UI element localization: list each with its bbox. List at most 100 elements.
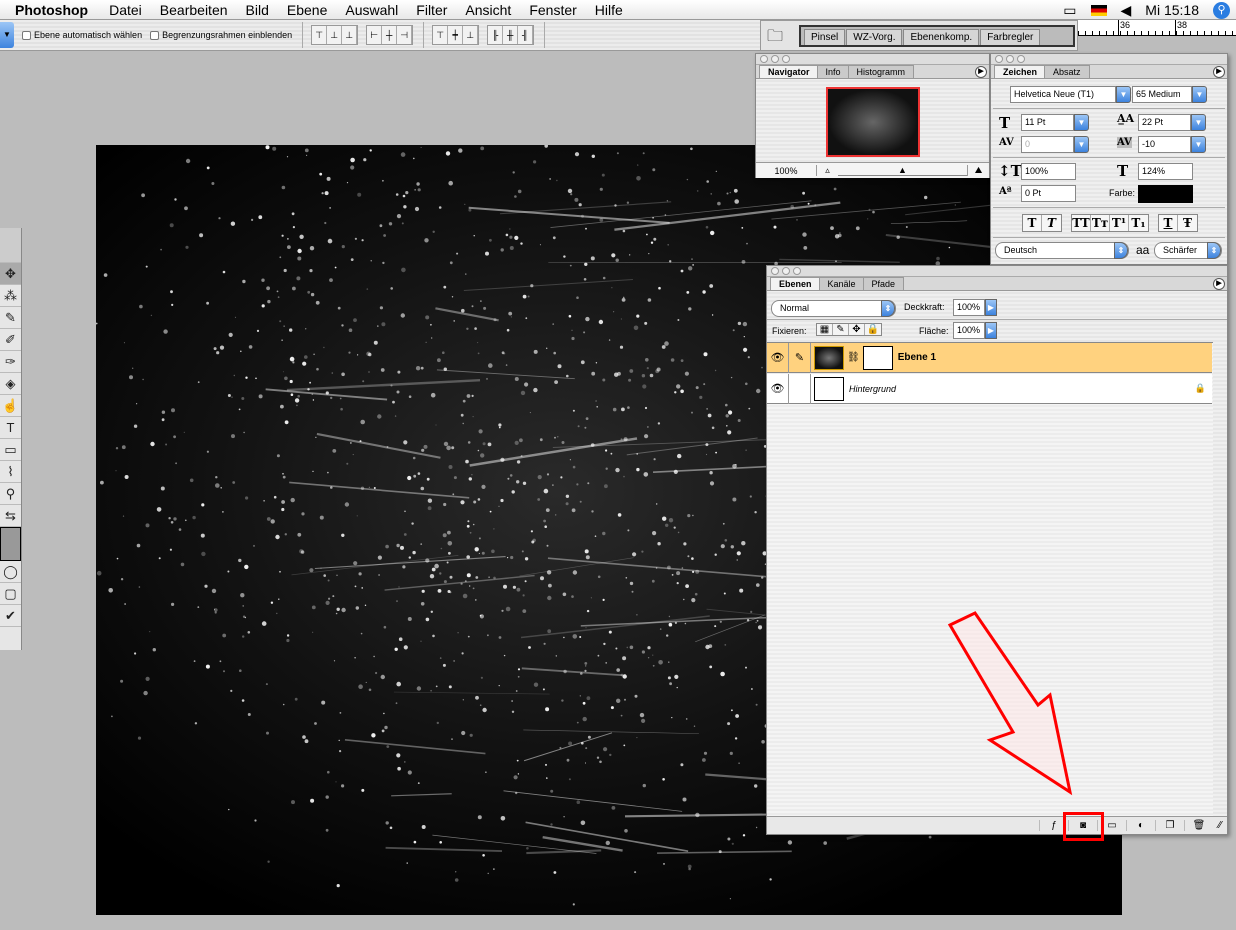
align-vcenter-icon[interactable]: ⊥ [327, 26, 343, 44]
close-icon[interactable] [995, 55, 1003, 63]
tab-navigator[interactable]: Navigator [759, 65, 819, 78]
screen-mode-icon[interactable]: ▢ [0, 583, 21, 605]
menu-bearbeiten[interactable]: Bearbeiten [160, 2, 228, 18]
auto-select-checkbox[interactable]: Ebene automatisch wählen [22, 30, 142, 40]
panel-menu-icon[interactable]: ▶ [1213, 278, 1225, 290]
font-family-field[interactable]: Helvetica Neue (T1) [1010, 86, 1116, 103]
menu-datei[interactable]: Datei [109, 2, 142, 18]
new-layer-icon[interactable]: ❐ [1155, 820, 1184, 831]
magic-wand-icon[interactable]: ⁂ [0, 285, 21, 307]
menu-fenster[interactable]: Fenster [529, 2, 576, 18]
zoom-tool-icon[interactable]: ⚲ [0, 483, 21, 505]
lock-transparency-icon[interactable]: ▦ [817, 324, 833, 335]
distribute-bottom-icon[interactable]: ⊥ [463, 26, 479, 44]
eye-icon[interactable]: 👁 [767, 373, 789, 404]
small-caps-button[interactable]: Tт [1091, 215, 1110, 231]
bounding-box-checkbox[interactable]: Begrenzungsrahmen einblenden [150, 30, 292, 40]
panel-menu-icon[interactable]: ▶ [975, 66, 987, 78]
minimize-icon[interactable] [1006, 55, 1014, 63]
underline-button[interactable]: T [1159, 215, 1178, 231]
distribute-left-icon[interactable]: ╟ [488, 26, 504, 44]
subscript-button[interactable]: T₁ [1129, 215, 1148, 231]
ruler[interactable]: 36 38 [1078, 20, 1236, 36]
zoom-in-icon[interactable]: ⛰ [967, 165, 989, 176]
tab-zeichen[interactable]: Zeichen [994, 65, 1047, 78]
navigator-preview[interactable] [826, 87, 920, 157]
align-left-icon[interactable]: ⊢ [367, 26, 383, 44]
align-bottom-icon[interactable]: ⊥ [342, 26, 358, 44]
paint-bucket-icon[interactable]: ◈ [0, 373, 21, 395]
lock-position-icon[interactable]: ✥ [849, 324, 865, 335]
adjustment-layer-icon[interactable]: ◐ [1126, 820, 1155, 831]
history-brush-icon[interactable]: ✑ [0, 351, 21, 373]
chevron-down-icon[interactable]: ▼ [1074, 136, 1089, 153]
fill-slider-arrow-icon[interactable]: ▶ [985, 322, 997, 339]
zoom-icon[interactable] [1017, 55, 1025, 63]
chevron-down-icon[interactable]: ▼ [1192, 86, 1207, 103]
distribute-top-icon[interactable]: ⊤ [433, 26, 449, 44]
blend-mode-select[interactable]: Normal ⇕ [771, 300, 896, 317]
faux-bold-button[interactable]: T [1023, 215, 1042, 231]
panel-titlebar[interactable] [991, 54, 1227, 65]
layer-row[interactable]: 👁 ✎ ⛓ Ebene 1 [767, 342, 1212, 373]
brush-link-icon[interactable]: ✎ [789, 342, 811, 373]
lock-all-icon[interactable]: 🔒 [865, 324, 881, 335]
minimize-icon[interactable] [782, 267, 790, 275]
minimize-icon[interactable] [771, 55, 779, 63]
move-tool-icon[interactable]: ✥ [0, 263, 21, 285]
text-color-swatch[interactable] [1138, 185, 1193, 203]
strikethrough-button[interactable]: Ŧ [1178, 215, 1197, 231]
fill-field[interactable]: 100% [953, 322, 985, 339]
chain-link-icon[interactable]: ⛓ [847, 352, 860, 363]
tool-preset-dropdown[interactable]: ▼ [0, 22, 14, 48]
layer-thumbnail[interactable] [814, 376, 844, 401]
menu-ansicht[interactable]: Ansicht [465, 2, 511, 18]
resize-grip-icon[interactable]: ⁄⁄ [1213, 820, 1227, 831]
imageready-icon[interactable]: ✔ [0, 605, 21, 627]
tab-ebenen[interactable]: Ebenen [770, 277, 821, 290]
chevron-down-icon[interactable]: ▼ [1191, 136, 1206, 153]
menu-bild[interactable]: Bild [246, 2, 269, 18]
zoom-slider[interactable]: ▲ [838, 165, 967, 176]
layer-name[interactable]: Hintergrund [849, 384, 1195, 394]
panel-titlebar[interactable] [767, 266, 1227, 277]
tracking-field[interactable]: -10 [1138, 136, 1191, 153]
tab-absatz[interactable]: Absatz [1044, 65, 1090, 78]
tab-kanaele[interactable]: Kanäle [818, 277, 865, 290]
menu-hilfe[interactable]: Hilfe [595, 2, 623, 18]
layer-thumbnail[interactable] [814, 345, 844, 370]
tab-pinsel[interactable]: Pinsel [804, 29, 846, 45]
chevron-down-icon[interactable]: ▼ [1116, 86, 1131, 103]
close-icon[interactable] [760, 55, 768, 63]
vertical-scale-field[interactable]: 100% [1021, 163, 1076, 180]
tab-histogramm[interactable]: Histogramm [847, 65, 915, 78]
distribute-hcenter-icon[interactable]: ╫ [503, 26, 519, 44]
healing-brush-icon[interactable]: ✎ [0, 307, 21, 329]
type-tool-icon[interactable]: T [0, 417, 21, 439]
tab-farbregler[interactable]: Farbregler [980, 29, 1041, 45]
menu-auswahl[interactable]: Auswahl [345, 2, 398, 18]
menu-ebene[interactable]: Ebene [287, 2, 327, 18]
link-empty-icon[interactable] [789, 373, 811, 404]
align-right-icon[interactable]: ⊣ [397, 26, 413, 44]
file-browser-icon[interactable]: 🗀 [767, 25, 783, 52]
smudge-icon[interactable]: ☝ [0, 395, 21, 417]
tab-ebenenkomp[interactable]: Ebenenkomp. [903, 29, 980, 45]
layer-row[interactable]: 👁 Hintergrund 🔒 [767, 373, 1212, 404]
display-icon[interactable]: ▭ [1063, 2, 1076, 19]
quick-mask-icon[interactable]: ◯ [0, 561, 21, 583]
volume-icon[interactable]: ◀ [1121, 2, 1132, 19]
brush-icon[interactable]: ✐ [0, 329, 21, 351]
opacity-slider-arrow-icon[interactable]: ▶ [985, 299, 997, 316]
font-style-field[interactable]: 65 Medium [1132, 86, 1192, 103]
clock[interactable]: Mi 15:18 [1145, 2, 1199, 18]
antialias-select[interactable]: Schärfer ⇕ [1154, 242, 1222, 259]
german-flag-icon[interactable] [1090, 4, 1107, 16]
color-swatch[interactable] [0, 527, 21, 561]
close-icon[interactable] [771, 267, 779, 275]
trash-icon[interactable]: 🗑 [1184, 820, 1213, 831]
shape-tool-icon[interactable]: ▭ [0, 439, 21, 461]
zoom-out-icon[interactable]: ▵ [816, 165, 838, 176]
baseline-shift-field[interactable]: 0 Pt [1021, 185, 1076, 202]
kerning-field[interactable]: 0 [1021, 136, 1074, 153]
